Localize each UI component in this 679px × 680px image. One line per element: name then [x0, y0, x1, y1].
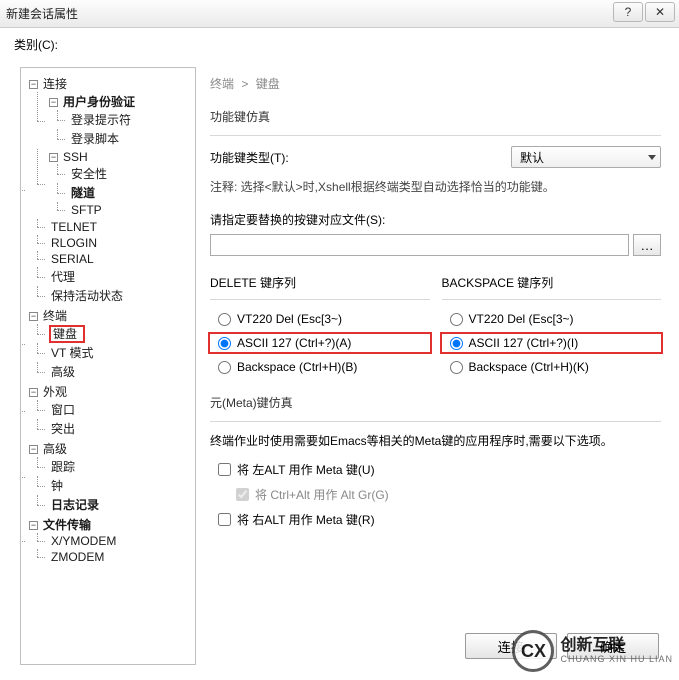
delete-opt2[interactable]: ASCII 127 (Ctrl+?)(A): [208, 332, 432, 354]
meta-left-alt[interactable]: 将 左ALT 用作 Meta 键(U): [210, 459, 661, 480]
meta-title: 元(Meta)键仿真: [210, 394, 661, 411]
tree-proxy[interactable]: 代理: [49, 270, 77, 284]
delete-opt1[interactable]: VT220 Del (Esc[3~): [210, 310, 430, 328]
browse-button[interactable]: …: [633, 234, 661, 256]
tree-toggle[interactable]: −: [29, 312, 38, 321]
mapfile-label: 请指定要替换的按键对应文件(S):: [210, 211, 661, 228]
breadcrumb-b: 键盘: [256, 77, 280, 91]
backspace-opt2[interactable]: ASCII 127 (Ctrl+?)(I): [440, 332, 664, 354]
tree-login-script[interactable]: 登录脚本: [69, 132, 121, 146]
watermark-name: 创新互联: [560, 638, 673, 654]
titlebar: 新建会话属性 ? ✕: [0, 0, 679, 28]
fn-type-value: 默认: [520, 149, 544, 166]
tree-tunnel[interactable]: 隧道: [69, 186, 97, 200]
window-controls: ? ✕: [611, 2, 675, 22]
tree-toggle[interactable]: −: [29, 521, 38, 530]
divider: [442, 299, 662, 300]
meta-right-alt[interactable]: 将 右ALT 用作 Meta 键(R): [210, 509, 661, 530]
chevron-right-icon: >: [241, 77, 248, 91]
tree-toggle[interactable]: −: [29, 80, 38, 89]
tree-telnet[interactable]: TELNET: [49, 220, 99, 234]
backspace-opt1[interactable]: VT220 Del (Esc[3~): [442, 310, 662, 328]
category-tree-panel: −连接 −用户身份验证 登录提示符 登录脚本 −SSH 安全性 隧道 SFTP: [20, 67, 196, 665]
tree-vtmode[interactable]: VT 模式: [49, 346, 95, 360]
category-label: 类别(C):: [14, 36, 679, 53]
fn-section-title: 功能键仿真: [210, 108, 661, 125]
watermark: CX 创新互联 CHUANG XIN HU LIAN: [512, 630, 673, 672]
tree-ssh[interactable]: SSH: [61, 150, 90, 164]
backspace-column: BACKSPACE 键序列 VT220 Del (Esc[3~) ASCII 1…: [442, 274, 662, 380]
breadcrumb: 终端 > 键盘: [210, 75, 661, 92]
close-button[interactable]: ✕: [645, 2, 675, 22]
watermark-sub: CHUANG XIN HU LIAN: [560, 654, 673, 664]
tree-xymodem[interactable]: X/YMODEM: [49, 534, 118, 548]
tree-toggle[interactable]: −: [29, 388, 38, 397]
delete-opt3[interactable]: Backspace (Ctrl+H)(B): [210, 358, 430, 376]
tree-advanced[interactable]: 高级: [49, 365, 77, 379]
tree-security[interactable]: 安全性: [69, 167, 109, 181]
tree-toggle[interactable]: −: [49, 98, 58, 107]
meta-ctrl-alt: 将 Ctrl+Alt 用作 Alt Gr(G): [210, 484, 661, 505]
tree-login-prompt[interactable]: 登录提示符: [69, 113, 133, 127]
tree-toggle[interactable]: −: [29, 445, 38, 454]
dialog-body: −连接 −用户身份验证 登录提示符 登录脚本 −SSH 安全性 隧道 SFTP: [0, 57, 679, 665]
delete-title: DELETE 键序列: [210, 274, 430, 291]
window-title: 新建会话属性: [6, 5, 78, 22]
tree-advanced2[interactable]: 高级: [41, 442, 69, 456]
tree-keepalive[interactable]: 保持活动状态: [49, 289, 125, 303]
fn-type-combo[interactable]: 默认: [511, 146, 661, 168]
backspace-opt3[interactable]: Backspace (Ctrl+H)(K): [442, 358, 662, 376]
tree-logging[interactable]: 日志记录: [49, 498, 101, 512]
help-button[interactable]: ?: [613, 2, 643, 22]
tree-connection[interactable]: 连接: [41, 77, 69, 91]
backspace-title: BACKSPACE 键序列: [442, 274, 662, 291]
tree-toggle[interactable]: −: [49, 153, 58, 162]
divider: [210, 421, 661, 422]
tree-serial[interactable]: SERIAL: [49, 252, 96, 266]
tree-zmodem[interactable]: ZMODEM: [49, 550, 106, 564]
chevron-down-icon: [648, 155, 656, 160]
tree-window[interactable]: 窗口: [49, 403, 77, 417]
category-tree[interactable]: −连接 −用户身份验证 登录提示符 登录脚本 −SSH 安全性 隧道 SFTP: [25, 74, 193, 566]
tree-highlight[interactable]: 突出: [49, 422, 77, 436]
divider: [210, 299, 430, 300]
breadcrumb-a: 终端: [210, 77, 234, 91]
delete-column: DELETE 键序列 VT220 Del (Esc[3~) ASCII 127 …: [210, 274, 430, 380]
divider: [210, 135, 661, 136]
tree-terminal[interactable]: 终端: [41, 309, 69, 323]
meta-desc: 终端作业时使用需要如Emacs等相关的Meta键的应用程序时,需要以下选项。: [210, 432, 661, 449]
tree-rlogin[interactable]: RLOGIN: [49, 236, 99, 250]
tree-auth[interactable]: 用户身份验证: [61, 95, 137, 109]
tree-appearance[interactable]: 外观: [41, 385, 69, 399]
tree-file-transfer[interactable]: 文件传输: [41, 518, 93, 532]
fn-hint: 注释: 选择<默认>时,Xshell根据终端类型自动选择恰当的功能键。: [210, 178, 661, 195]
watermark-logo: CX: [512, 630, 554, 672]
tree-trace[interactable]: 跟踪: [49, 460, 77, 474]
fn-type-label: 功能键类型(T):: [210, 149, 310, 166]
settings-panel: 终端 > 键盘 功能键仿真 功能键类型(T): 默认 注释: 选择<默认>时,X…: [196, 67, 671, 665]
tree-sftp[interactable]: SFTP: [69, 203, 104, 217]
mapfile-input[interactable]: [210, 234, 629, 256]
tree-keyboard[interactable]: 键盘: [49, 325, 85, 343]
tree-bell[interactable]: 钟: [49, 479, 65, 493]
